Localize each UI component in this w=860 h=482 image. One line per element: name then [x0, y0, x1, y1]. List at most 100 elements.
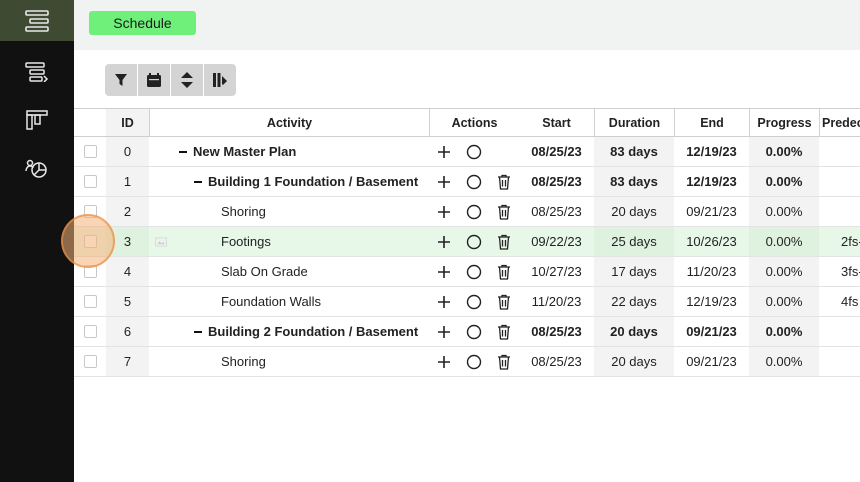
- row-end[interactable]: 12/19/23: [674, 137, 749, 166]
- row-checkbox[interactable]: [83, 325, 97, 338]
- row-progress[interactable]: 0.00%: [749, 197, 819, 226]
- add-icon[interactable]: [432, 350, 456, 374]
- row-predecessors[interactable]: [819, 347, 860, 376]
- table-row[interactable]: 4 Slab On Grade 10/27/23 17 days 11/20/23 0.0…: [74, 257, 860, 287]
- row-start[interactable]: 08/25/23: [519, 197, 594, 226]
- row-end[interactable]: 12/19/23: [674, 287, 749, 316]
- table-row[interactable]: 5 Foundation Walls 11/20/23 22 days 12/19/23…: [74, 287, 860, 317]
- row-progress[interactable]: 0.00%: [749, 137, 819, 166]
- row-duration[interactable]: 20 days: [594, 197, 674, 226]
- column-header-progress[interactable]: Progress: [749, 109, 819, 136]
- add-icon[interactable]: [432, 170, 456, 194]
- row-duration[interactable]: 17 days: [594, 257, 674, 286]
- row-checkbox[interactable]: [83, 205, 97, 218]
- trash-icon[interactable]: [492, 200, 516, 224]
- row-duration[interactable]: 83 days: [594, 167, 674, 196]
- circle-icon[interactable]: [462, 170, 486, 194]
- row-checkbox[interactable]: [83, 295, 97, 308]
- filter-button[interactable]: [105, 64, 137, 96]
- circle-icon[interactable]: [462, 320, 486, 344]
- row-checkbox[interactable]: [83, 355, 97, 368]
- circle-icon[interactable]: [462, 200, 486, 224]
- trash-icon[interactable]: [492, 260, 516, 284]
- add-icon[interactable]: [432, 260, 456, 284]
- sort-button[interactable]: [171, 64, 203, 96]
- row-checkbox[interactable]: [83, 145, 97, 158]
- row-predecessors[interactable]: [819, 137, 860, 166]
- circle-icon[interactable]: [462, 230, 486, 254]
- row-progress[interactable]: 0.00%: [749, 287, 819, 316]
- trash-icon[interactable]: [492, 290, 516, 314]
- row-end[interactable]: 09/21/23: [674, 197, 749, 226]
- row-activity[interactable]: Shoring: [149, 197, 429, 226]
- row-start[interactable]: 09/22/23: [519, 227, 594, 256]
- row-duration[interactable]: 20 days: [594, 347, 674, 376]
- add-icon[interactable]: [432, 290, 456, 314]
- table-row[interactable]: 6 Building 2 Foundation / Basement 08/25/2…: [74, 317, 860, 347]
- row-start[interactable]: 08/25/23: [519, 347, 594, 376]
- table-row[interactable]: 7 Shoring 08/25/23 20 days 09/21/23 0.00%: [74, 347, 860, 377]
- row-start[interactable]: 08/25/23: [519, 137, 594, 166]
- circle-icon[interactable]: [462, 260, 486, 284]
- row-end[interactable]: 11/20/23: [674, 257, 749, 286]
- row-duration[interactable]: 22 days: [594, 287, 674, 316]
- row-predecessors[interactable]: 3fs-: [819, 257, 860, 286]
- row-activity[interactable]: Foundation Walls: [149, 287, 429, 316]
- row-activity[interactable]: Building 2 Foundation / Basement: [149, 317, 429, 346]
- row-predecessors[interactable]: [819, 317, 860, 346]
- columns-button[interactable]: [204, 64, 236, 96]
- row-predecessors[interactable]: [819, 197, 860, 226]
- row-start[interactable]: 08/25/23: [519, 317, 594, 346]
- row-activity[interactable]: Shoring: [149, 347, 429, 376]
- row-end[interactable]: 12/19/23: [674, 167, 749, 196]
- row-progress[interactable]: 0.00%: [749, 167, 819, 196]
- row-progress[interactable]: 0.00%: [749, 257, 819, 286]
- row-duration[interactable]: 20 days: [594, 317, 674, 346]
- row-checkbox[interactable]: [83, 265, 97, 278]
- collapse-icon[interactable]: [194, 330, 202, 333]
- row-end[interactable]: 10/26/23: [674, 227, 749, 256]
- add-icon[interactable]: [432, 230, 456, 254]
- row-progress[interactable]: 0.00%: [749, 227, 819, 256]
- collapse-icon[interactable]: [194, 180, 202, 183]
- schedule-button[interactable]: Schedule: [89, 11, 196, 35]
- row-start[interactable]: 08/25/23: [519, 167, 594, 196]
- add-icon[interactable]: [432, 200, 456, 224]
- trash-icon[interactable]: [492, 320, 516, 344]
- row-duration[interactable]: 83 days: [594, 137, 674, 166]
- row-start[interactable]: 10/27/23: [519, 257, 594, 286]
- row-predecessors[interactable]: 4fs: [819, 287, 860, 316]
- row-progress[interactable]: 0.00%: [749, 347, 819, 376]
- column-header-predecessors[interactable]: Predec: [819, 109, 860, 136]
- circle-icon[interactable]: [462, 140, 486, 164]
- row-duration[interactable]: 25 days: [594, 227, 674, 256]
- row-activity[interactable]: Building 1 Foundation / Basement: [149, 167, 429, 196]
- sidebar-item-board[interactable]: [0, 100, 74, 140]
- trash-icon[interactable]: [492, 170, 516, 194]
- row-end[interactable]: 09/21/23: [674, 347, 749, 376]
- sidebar-item-resources[interactable]: [0, 148, 74, 188]
- column-header-start[interactable]: Start: [519, 109, 594, 136]
- collapse-icon[interactable]: [179, 150, 187, 153]
- row-checkbox[interactable]: [83, 175, 97, 188]
- circle-icon[interactable]: [462, 350, 486, 374]
- calendar-button[interactable]: [138, 64, 170, 96]
- row-activity[interactable]: Footings: [149, 227, 429, 256]
- trash-icon[interactable]: [492, 230, 516, 254]
- sidebar-item-gantt[interactable]: [0, 0, 74, 41]
- row-checkbox[interactable]: [83, 235, 97, 248]
- add-icon[interactable]: [432, 140, 456, 164]
- table-row[interactable]: 1 Building 1 Foundation / Basement 08/25/2…: [74, 167, 860, 197]
- row-drag-handle-icon[interactable]: [155, 236, 167, 248]
- row-activity[interactable]: New Master Plan: [149, 137, 429, 166]
- circle-icon[interactable]: [462, 290, 486, 314]
- row-start[interactable]: 11/20/23: [519, 287, 594, 316]
- table-row[interactable]: 3 Footings 09/22/23 25 days 10/26/23 0.00% 2fs…: [74, 227, 860, 257]
- column-header-end[interactable]: End: [674, 109, 749, 136]
- column-header-duration[interactable]: Duration: [594, 109, 674, 136]
- trash-icon[interactable]: [492, 350, 516, 374]
- column-header-id[interactable]: ID: [106, 109, 149, 136]
- sidebar-item-tasks[interactable]: [0, 52, 74, 92]
- row-predecessors[interactable]: [819, 167, 860, 196]
- add-icon[interactable]: [432, 320, 456, 344]
